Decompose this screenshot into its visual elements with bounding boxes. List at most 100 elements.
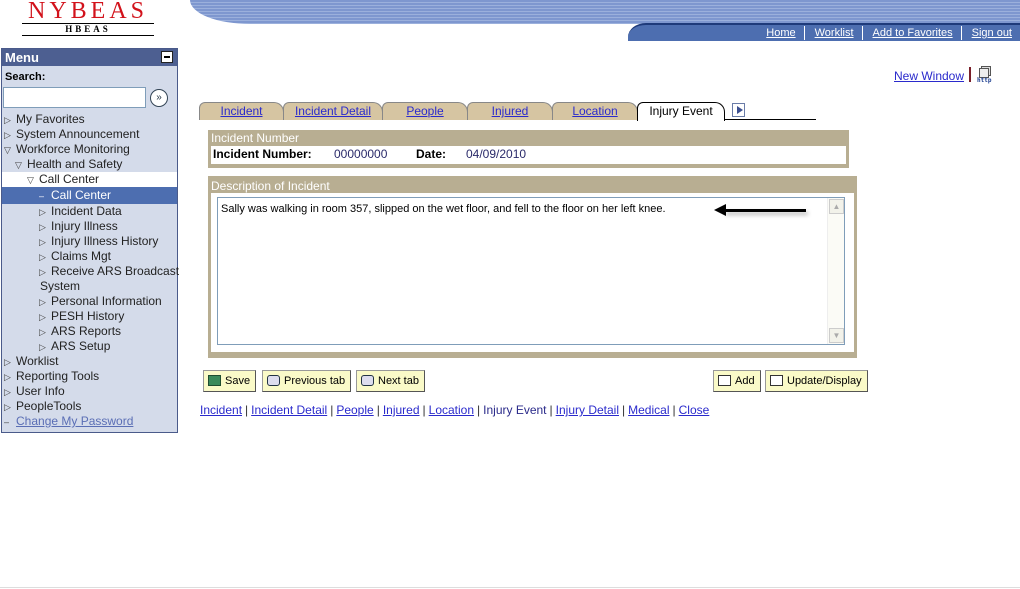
menu-item-health-and-safety[interactable]: ▽ Health and Safety (2, 157, 177, 172)
bottom-link-medical[interactable]: Medical (628, 403, 669, 417)
expand-triangle-icon[interactable]: ▷ (39, 250, 49, 265)
menu-item-label: Injury Illness History (51, 234, 159, 248)
menu-item-label: Personal Information (51, 294, 162, 308)
expand-triangle-icon[interactable]: ▷ (4, 370, 14, 385)
add-button[interactable]: Add (713, 370, 761, 392)
menu-item-label: Worklist (16, 354, 59, 368)
bottom-link-people[interactable]: People (336, 403, 373, 417)
nav-home-link[interactable]: Home (756, 26, 803, 40)
bottom-link-incident-detail[interactable]: Incident Detail (251, 403, 327, 417)
expand-triangle-icon[interactable]: ▷ (39, 265, 49, 280)
save-label: Save (225, 375, 251, 387)
menu-item-label: My Favorites (16, 112, 85, 126)
description-group-title: Description of Incident (211, 179, 330, 193)
tab-injury-event[interactable]: Injury Event (637, 102, 725, 121)
link-separator: | (330, 403, 334, 417)
bottom-link-location[interactable]: Location (429, 403, 474, 417)
expand-triangle-icon[interactable]: ▷ (4, 385, 14, 400)
menu-item-incident-data[interactable]: ▷ Incident Data (2, 204, 177, 219)
menu-item-ars-setup[interactable]: ▷ ARS Setup (2, 339, 177, 354)
tab-people[interactable]: People (382, 102, 468, 120)
expand-triangle-icon[interactable]: ▷ (39, 340, 49, 355)
nav-sign-out-link[interactable]: Sign out (960, 26, 1020, 40)
bottom-link-injury-detail[interactable]: Injury Detail (556, 403, 619, 417)
expand-triangle-icon[interactable]: ▷ (39, 220, 49, 235)
nav-add-to-favorites-link[interactable]: Add to Favorites (861, 26, 961, 40)
previous-tab-button[interactable]: Previous tab (262, 370, 352, 392)
menu-item-my-favorites[interactable]: ▷ My Favorites (2, 112, 177, 127)
menu-item-pesh-history[interactable]: ▷ PESH History (2, 309, 177, 324)
menu-item-label: ARS Reports (51, 324, 122, 338)
link-separator: | (422, 403, 426, 417)
tab-incident[interactable]: Incident (199, 102, 284, 120)
update-display-button[interactable]: Update/Display (765, 370, 868, 392)
menu-item-claims-mgt[interactable]: ▷ Claims Mgt (2, 249, 177, 264)
description-textarea[interactable]: Sally was walking in room 357, slipped o… (217, 197, 845, 345)
expand-triangle-icon[interactable]: ▷ (4, 128, 14, 143)
menu-item-label: PeopleTools (16, 399, 82, 413)
new-window-link[interactable]: New Window (894, 69, 964, 83)
expand-triangle-icon[interactable]: ▷ (4, 355, 14, 370)
tab-location[interactable]: Location (552, 102, 638, 120)
leaf-dash-icon: – (39, 191, 45, 201)
incident-number-body: Incident Number: 00000000 Date: 04/09/20… (211, 146, 846, 164)
menu-item-ars-reports[interactable]: ▷ ARS Reports (2, 324, 177, 339)
description-body: Sally was walking in room 357, slipped o… (211, 193, 854, 352)
menu-item-change-my-password[interactable]: – Change My Password (2, 414, 177, 429)
scroll-down-icon[interactable]: ▼ (829, 328, 844, 343)
expand-triangle-icon[interactable]: ▷ (39, 325, 49, 340)
next-arrow-icon (361, 374, 374, 386)
scroll-up-icon[interactable]: ▲ (829, 199, 844, 214)
expand-triangle-icon[interactable]: ▷ (39, 235, 49, 250)
expand-triangle-icon[interactable]: ▷ (39, 295, 49, 310)
menu-item-call-center[interactable]: ▽ Call Center (2, 172, 177, 187)
incident-number-group-title: Incident Number (211, 131, 300, 145)
nav-worklist-link[interactable]: Worklist (803, 26, 862, 40)
bottom-link-close[interactable]: Close (679, 403, 710, 417)
textarea-scrollbar[interactable]: ▲ ▼ (827, 198, 844, 344)
incident-number-row: Incident Number: 00000000 Date: 04/09/20… (211, 146, 846, 163)
menu-item-label-continued[interactable]: System (2, 279, 177, 294)
tab-incident-detail[interactable]: Incident Detail (283, 102, 383, 120)
menu-item-personal-information[interactable]: ▷ Personal Information (2, 294, 177, 309)
bottom-link-incident[interactable]: Incident (200, 403, 242, 417)
collapse-triangle-icon[interactable]: ▽ (4, 143, 14, 158)
expand-triangle-icon[interactable]: ▷ (39, 205, 49, 220)
menu-item-user-info[interactable]: ▷ User Info (2, 384, 177, 399)
menu-item-workforce-monitoring[interactable]: ▽ Workforce Monitoring (2, 142, 177, 157)
menu-item-reporting-tools[interactable]: ▷ Reporting Tools (2, 369, 177, 384)
collapse-triangle-icon[interactable]: ▽ (15, 158, 25, 173)
menu-item-label: User Info (16, 384, 65, 398)
bottom-page-links: Incident | Incident Detail | People | Injured |… (200, 403, 709, 417)
save-button[interactable]: Save (203, 370, 257, 392)
separator (969, 67, 971, 82)
menu-item-injury-illness[interactable]: ▷ Injury Illness (2, 219, 177, 234)
collapse-menu-icon[interactable] (161, 51, 173, 63)
menu-item-worklist[interactable]: ▷ Worklist (2, 354, 177, 369)
menu-item-label: Injury Illness (51, 219, 118, 233)
next-tab-label: Next tab (378, 375, 419, 387)
incident-number-label: Incident Number: (213, 147, 312, 161)
menu-item-receive-ars-broadcast[interactable]: ▷ Receive ARS Broadcast (2, 264, 179, 280)
menu-item-system-announcement[interactable]: ▷ System Announcement (2, 127, 177, 142)
menu-item-injury-illness-history[interactable]: ▷ Injury Illness History (2, 234, 177, 249)
incident-number-group: Incident Number Incident Number: 0000000… (208, 130, 849, 168)
header-banner (190, 0, 1020, 24)
tab-injured[interactable]: Injured (467, 102, 553, 120)
menu-search-input[interactable] (3, 87, 146, 108)
next-tabs-arrow-icon[interactable] (732, 103, 745, 117)
header-stripe (190, 0, 1020, 24)
collapse-triangle-icon[interactable]: ▽ (27, 173, 37, 188)
next-tab-button[interactable]: Next tab (356, 370, 425, 392)
search-go-icon[interactable]: » (150, 89, 168, 107)
http-link-icon[interactable]: http (977, 66, 995, 84)
description-text: Sally was walking in room 357, slipped o… (221, 203, 666, 215)
expand-triangle-icon[interactable]: ▷ (4, 400, 14, 415)
menu-item-label: Call Center (51, 188, 112, 202)
expand-triangle-icon[interactable]: ▷ (4, 113, 14, 128)
menu-item-call-center[interactable]: – Call Center (2, 187, 177, 204)
update-display-label: Update/Display (787, 375, 862, 387)
expand-triangle-icon[interactable]: ▷ (39, 310, 49, 325)
menu-item-peopletools[interactable]: ▷ PeopleTools (2, 399, 177, 414)
bottom-link-injured[interactable]: Injured (383, 403, 420, 417)
